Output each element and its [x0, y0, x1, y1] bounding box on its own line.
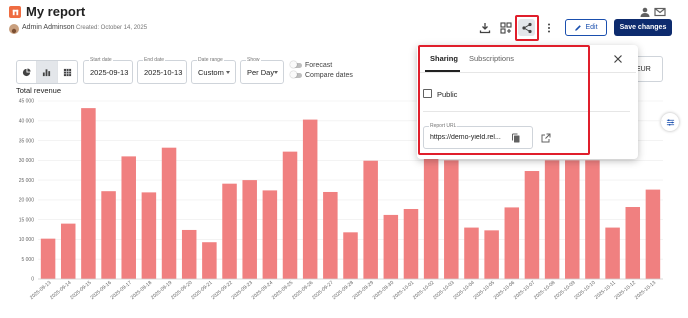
y-tick-label: 25 000 — [19, 178, 35, 184]
y-tick-label: 30 000 — [19, 158, 35, 164]
bar-2025-10-05[interactable] — [484, 230, 499, 279]
bar-2025-10-07[interactable] — [524, 171, 540, 279]
bar-2025-10-04[interactable] — [464, 227, 479, 279]
y-tick-label: 40 000 — [19, 118, 35, 124]
bar-2025-09-30[interactable] — [383, 214, 399, 279]
bar-2025-09-20[interactable] — [181, 229, 197, 279]
bar-2025-09-25[interactable] — [282, 151, 298, 279]
public-label: Public — [437, 90, 458, 99]
bar-2025-10-03[interactable] — [444, 160, 459, 279]
y-tick-label: 5 000 — [21, 257, 34, 263]
bar-2025-09-26[interactable] — [302, 119, 318, 279]
bar-2025-10-09[interactable] — [565, 160, 580, 279]
popover-divider — [423, 111, 630, 112]
tabs-divider — [420, 72, 636, 73]
report-url-label: Report URL — [429, 123, 458, 130]
bar-2025-09-27[interactable] — [323, 191, 338, 279]
y-tick-label: 20 000 — [19, 198, 35, 204]
tab-sharing[interactable]: Sharing — [430, 54, 458, 63]
y-tick-label: 0 — [31, 277, 34, 283]
bar-2025-09-19[interactable] — [161, 147, 177, 279]
bar-2025-10-13[interactable] — [645, 189, 661, 279]
close-popover-button[interactable] — [611, 52, 625, 66]
bar-2025-09-15[interactable] — [81, 108, 96, 280]
close-icon — [614, 55, 622, 63]
bar-2025-09-21[interactable] — [202, 242, 217, 279]
report-url-value: https://demo-yield.rel... — [430, 134, 501, 141]
y-tick-label: 35 000 — [19, 138, 35, 144]
bar-2025-09-24[interactable] — [262, 190, 278, 279]
bar-2025-09-16[interactable] — [101, 191, 116, 279]
public-checkbox[interactable] — [423, 89, 432, 98]
y-tick-label: 15 000 — [19, 217, 35, 223]
bar-2025-09-14[interactable] — [60, 223, 76, 279]
copy-icon[interactable] — [510, 132, 522, 144]
bar-2025-10-02[interactable] — [423, 158, 439, 279]
bar-2025-09-28[interactable] — [343, 232, 358, 279]
bar-2025-09-29[interactable] — [363, 160, 378, 279]
bar-2025-10-11[interactable] — [605, 227, 620, 279]
y-tick-label: 45 000 — [19, 99, 35, 105]
bar-2025-10-10[interactable] — [585, 160, 600, 279]
report-page: My report Admin Adminson Created: Octobe… — [0, 0, 688, 318]
y-tick-label: 10 000 — [19, 237, 35, 243]
bar-2025-09-17[interactable] — [121, 156, 136, 279]
x-tick-label: 2025-10-13 — [634, 280, 658, 301]
bar-2025-09-13[interactable] — [40, 238, 56, 279]
bar-2025-10-01[interactable] — [403, 208, 419, 279]
x-tick-label: 2025-10-10 — [573, 280, 597, 301]
open-in-new-icon[interactable] — [540, 132, 552, 144]
bar-2025-10-08[interactable] — [544, 160, 560, 279]
bar-2025-10-12[interactable] — [625, 207, 641, 279]
bar-2025-09-23[interactable] — [242, 180, 257, 279]
bar-2025-09-22[interactable] — [222, 183, 237, 279]
tab-subscriptions[interactable]: Subscriptions — [469, 54, 514, 63]
bar-2025-09-18[interactable] — [141, 192, 157, 279]
bar-2025-10-06[interactable] — [504, 207, 520, 279]
